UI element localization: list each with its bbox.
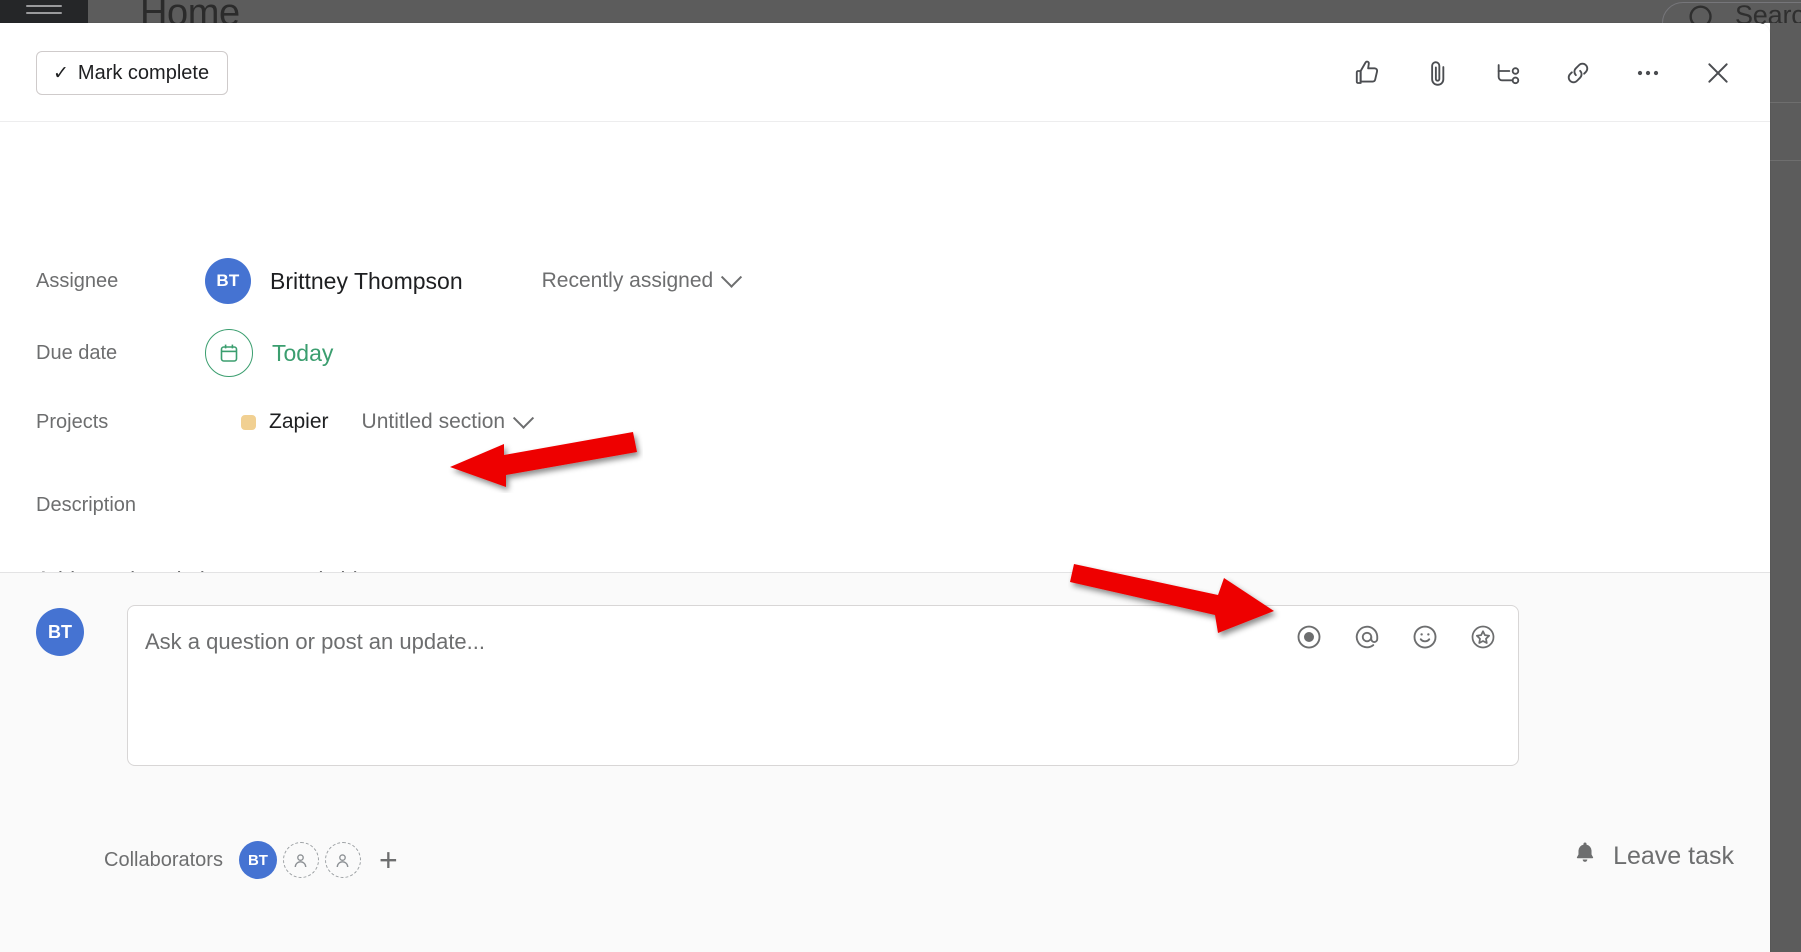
projects-value: Zapier Untitled section <box>205 407 535 434</box>
due-date-text: Today <box>272 339 334 366</box>
bell-icon <box>1571 839 1599 874</box>
comment-row: BT Ask a question or post an update... <box>36 605 1519 766</box>
ellipsis-icon[interactable] <box>1626 51 1670 95</box>
record-circle-icon[interactable] <box>1292 620 1326 654</box>
leave-task-label: Leave task <box>1613 842 1734 870</box>
description-label: Description <box>36 494 137 516</box>
field-row-projects: Projects Zapier Untitled section <box>0 399 535 445</box>
project-section-dropdown[interactable]: Untitled section <box>361 407 535 434</box>
comment-section: BT Ask a question or post an update... C… <box>0 572 1770 952</box>
recently-assigned-label: Recently assigned <box>541 269 714 292</box>
background-right-divider-2 <box>1770 160 1801 161</box>
modal-header: ✓ Mark complete <box>0 23 1770 122</box>
comment-placeholder: Ask a question or post an update... <box>145 629 486 654</box>
due-date-label: Due date <box>36 341 118 364</box>
task-detail-modal: ✓ Mark complete Assignee BT Brittney Tho… <box>0 23 1770 952</box>
add-collaborator-button[interactable]: + <box>379 844 398 876</box>
background-right-strip <box>1770 23 1801 952</box>
background-topbar <box>0 0 1801 23</box>
avatar: BT <box>36 608 84 656</box>
mark-complete-button[interactable]: ✓ Mark complete <box>36 51 229 95</box>
background-right-divider-1 <box>1770 102 1801 103</box>
project-color-dot <box>241 414 256 430</box>
collaborator-placeholder-avatar[interactable] <box>324 842 361 878</box>
collaborator-placeholder-avatar[interactable] <box>282 842 319 878</box>
paperclip-icon[interactable] <box>1416 51 1460 95</box>
thumbs-up-icon[interactable] <box>1346 51 1390 95</box>
collaborator-avatar[interactable]: BT <box>238 841 277 879</box>
field-row-due-date: Due date Today <box>0 329 333 377</box>
calendar-icon[interactable] <box>205 329 253 377</box>
chevron-down-icon <box>513 407 535 429</box>
mark-complete-label: Mark complete <box>77 61 210 84</box>
collaborators-label: Collaborators <box>104 848 223 871</box>
due-date-value[interactable]: Today <box>205 329 333 377</box>
projects-label: Projects <box>36 410 109 433</box>
comment-input[interactable]: Ask a question or post an update... <box>127 605 1519 766</box>
smiley-icon[interactable] <box>1408 620 1442 654</box>
project-name[interactable]: Zapier <box>269 410 329 434</box>
header-actions <box>1346 51 1740 95</box>
chevron-down-icon <box>721 266 743 288</box>
comment-tools <box>1292 620 1500 654</box>
subtask-branch-icon[interactable] <box>1486 51 1530 95</box>
assignee-name: Brittney Thompson <box>270 267 463 294</box>
leave-task-button[interactable]: Leave task <box>1571 839 1734 874</box>
field-row-assignee: Assignee BT Brittney Thompson Recently a… <box>0 258 743 304</box>
avatar[interactable]: BT <box>205 258 251 304</box>
star-circle-icon[interactable] <box>1466 620 1500 654</box>
check-icon: ✓ <box>53 62 69 84</box>
link-icon[interactable] <box>1556 51 1600 95</box>
project-section-label: Untitled section <box>361 410 506 433</box>
at-mention-icon[interactable] <box>1350 620 1384 654</box>
collaborators-row: Collaborators BT + <box>104 841 398 879</box>
modal-body: Assignee BT Brittney Thompson Recently a… <box>0 122 1770 592</box>
close-icon[interactable] <box>1696 51 1740 95</box>
recently-assigned-dropdown[interactable]: Recently assigned <box>541 266 743 293</box>
assignee-value[interactable]: BT Brittney Thompson Recently assigned <box>205 258 743 304</box>
hamburger-menu-icon[interactable] <box>26 5 62 19</box>
assignee-label: Assignee <box>36 269 119 292</box>
